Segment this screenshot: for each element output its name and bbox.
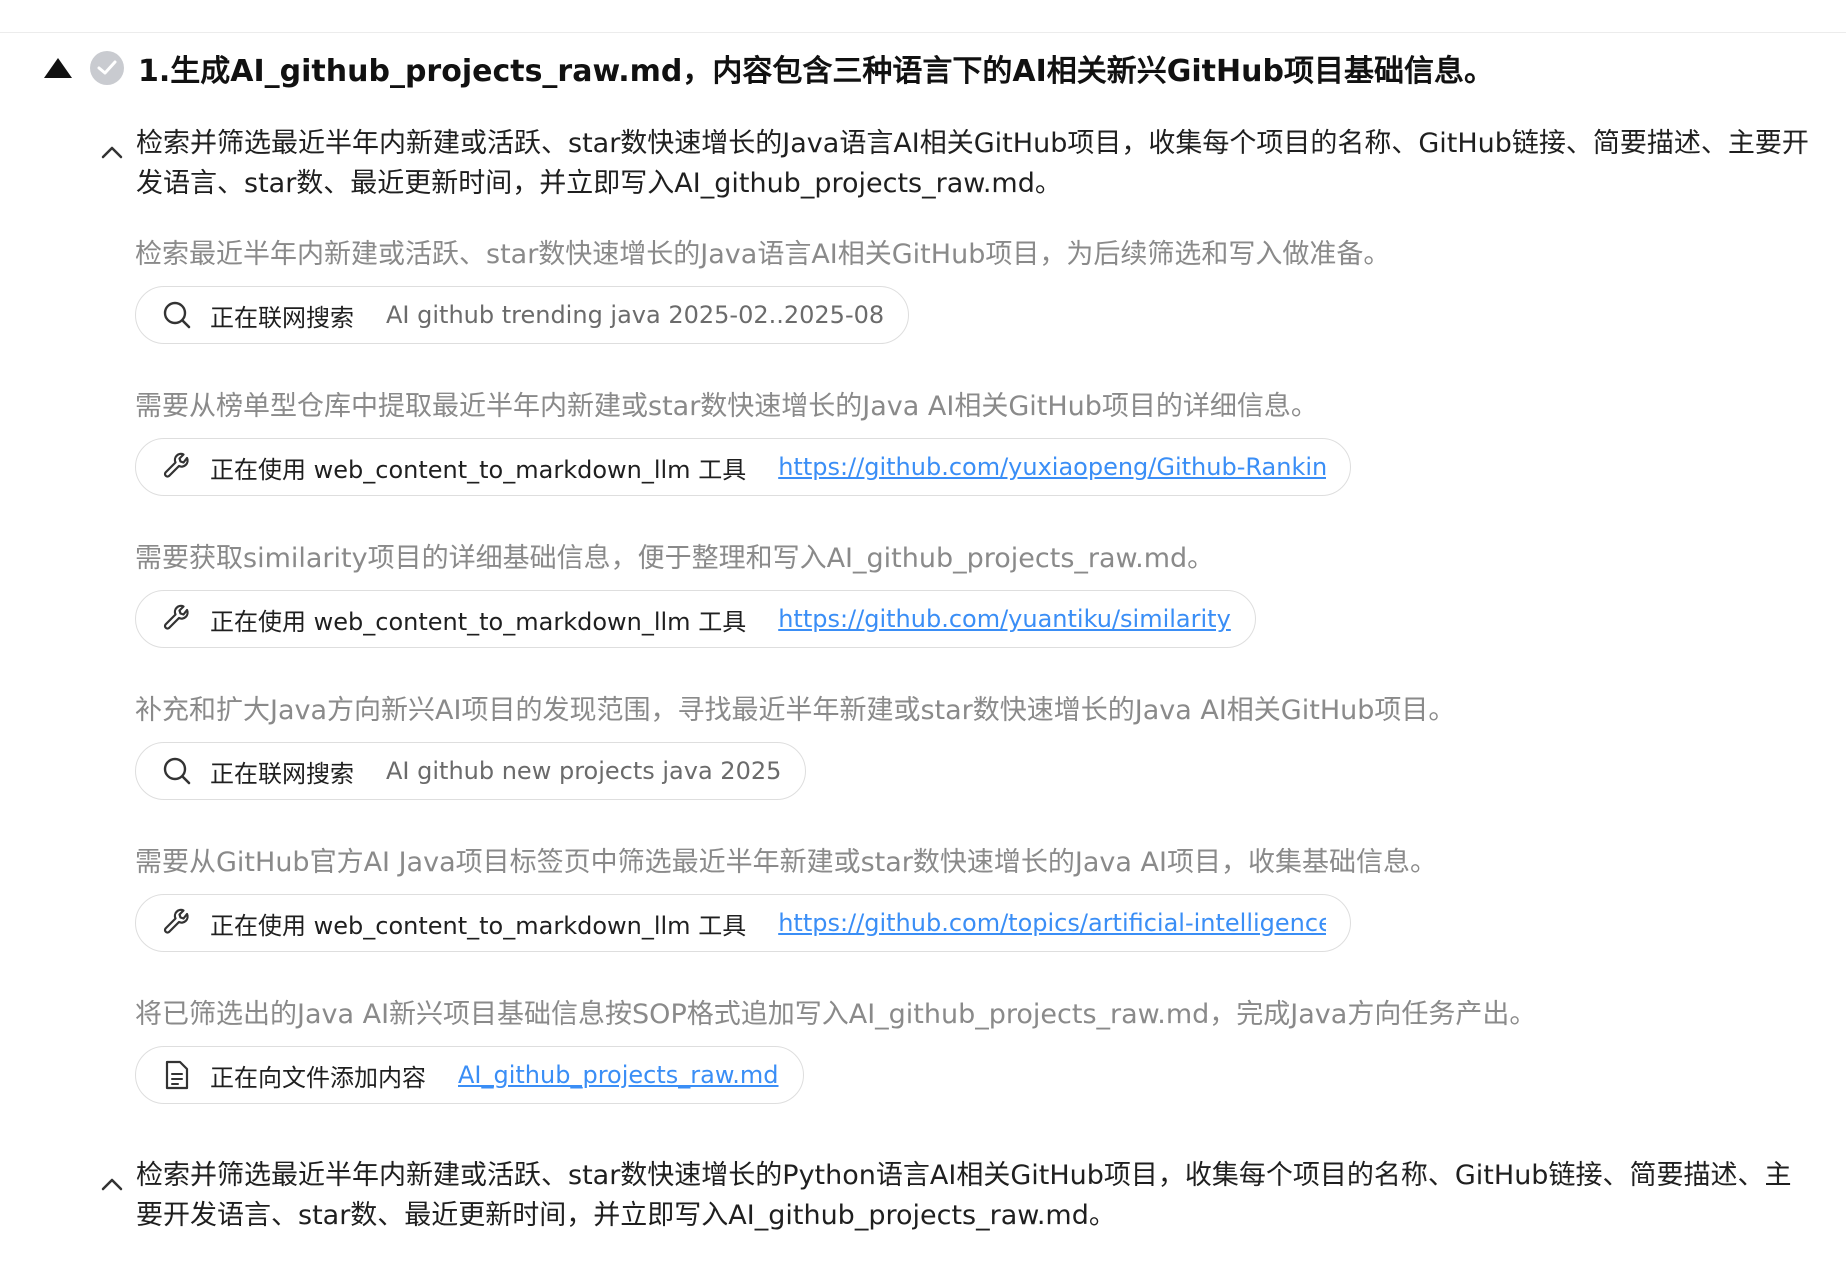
top-divider bbox=[0, 32, 1846, 33]
step-description: 需要从榜单型仓库中提取最近半年内新建或star数快速增长的Java AI相关Gi… bbox=[135, 391, 1318, 422]
document-icon bbox=[162, 1060, 192, 1090]
subtask-java: 检索并筛选最近半年内新建或活跃、star数快速增长的Java语言AI相关GitH… bbox=[88, 124, 1818, 204]
step-action: 正在使用 web_content_to_markdown_llm 工具 bbox=[210, 911, 747, 940]
step-description: 补充和扩大Java方向新兴AI项目的发现范围，寻找最近半年新建或star数快速增… bbox=[135, 695, 1456, 726]
step-description: 将已筛选出的Java AI新兴项目基础信息按SOP格式追加写入AI_github… bbox=[135, 999, 1537, 1030]
chevron-up-icon[interactable] bbox=[88, 1160, 136, 1208]
task-header: 1.生成AI_github_projects_raw.md，内容包含三种语言下的… bbox=[44, 46, 1494, 90]
search-icon bbox=[162, 756, 192, 786]
search-query: AI github new projects java 2025 bbox=[386, 757, 782, 785]
chevron-up-icon[interactable] bbox=[88, 128, 136, 176]
step-action: 正在向文件添加内容 bbox=[210, 1063, 426, 1092]
tool-step-pill[interactable]: 正在使用 web_content_to_markdown_llm 工具 http… bbox=[135, 894, 1351, 952]
step-description: 需要获取similarity项目的详细基础信息，便于整理和写入AI_github… bbox=[135, 543, 1215, 574]
url-link[interactable]: https://github.com/topics/artificial-int… bbox=[778, 909, 1326, 937]
wrench-icon bbox=[162, 452, 192, 482]
subtask-title: 检索并筛选最近半年内新建或活跃、star数快速增长的Python语言AI相关Gi… bbox=[136, 1160, 1792, 1231]
file-link[interactable]: AI_github_projects_raw.md bbox=[458, 1061, 779, 1089]
tool-step-pill[interactable]: 正在使用 web_content_to_markdown_llm 工具 http… bbox=[135, 438, 1351, 496]
wrench-icon bbox=[162, 908, 192, 938]
file-step-pill[interactable]: 正在向文件添加内容 AI_github_projects_raw.md bbox=[135, 1046, 804, 1104]
step-description: 需要从GitHub官方AI Java项目标签页中筛选最近半年新建或star数快速… bbox=[135, 847, 1437, 878]
subtask-python: 检索并筛选最近半年内新建或活跃、star数快速增长的Python语言AI相关Gi… bbox=[88, 1156, 1818, 1236]
step-description: 检索最近半年内新建或活跃、star数快速增长的Java语言AI相关GitHub项… bbox=[135, 239, 1391, 270]
step-action: 正在使用 web_content_to_markdown_llm 工具 bbox=[210, 455, 747, 484]
subtask-title: 检索并筛选最近半年内新建或活跃、star数快速增长的Java语言AI相关GitH… bbox=[136, 128, 1809, 199]
search-icon bbox=[162, 300, 192, 330]
url-link[interactable]: https://github.com/yuxiaopeng/Github-Ran… bbox=[778, 453, 1326, 481]
step-action: 正在使用 web_content_to_markdown_llm 工具 bbox=[210, 607, 747, 636]
search-query: AI github trending java 2025-02..2025-08 bbox=[386, 301, 885, 329]
step-action: 正在联网搜索 bbox=[210, 303, 354, 332]
collapse-triangle-icon[interactable] bbox=[44, 58, 72, 78]
task-title: 1.生成AI_github_projects_raw.md，内容包含三种语言下的… bbox=[138, 54, 1494, 89]
check-circle-icon bbox=[90, 51, 124, 85]
wrench-icon bbox=[162, 604, 192, 634]
step-action: 正在联网搜索 bbox=[210, 759, 354, 788]
url-link[interactable]: https://github.com/yuantiku/similarity bbox=[778, 605, 1231, 633]
search-step-pill[interactable]: 正在联网搜索 AI github new projects java 2025 bbox=[135, 742, 807, 800]
search-step-pill[interactable]: 正在联网搜索 AI github trending java 2025-02..… bbox=[135, 286, 910, 344]
tool-step-pill[interactable]: 正在使用 web_content_to_markdown_llm 工具 http… bbox=[135, 590, 1256, 648]
